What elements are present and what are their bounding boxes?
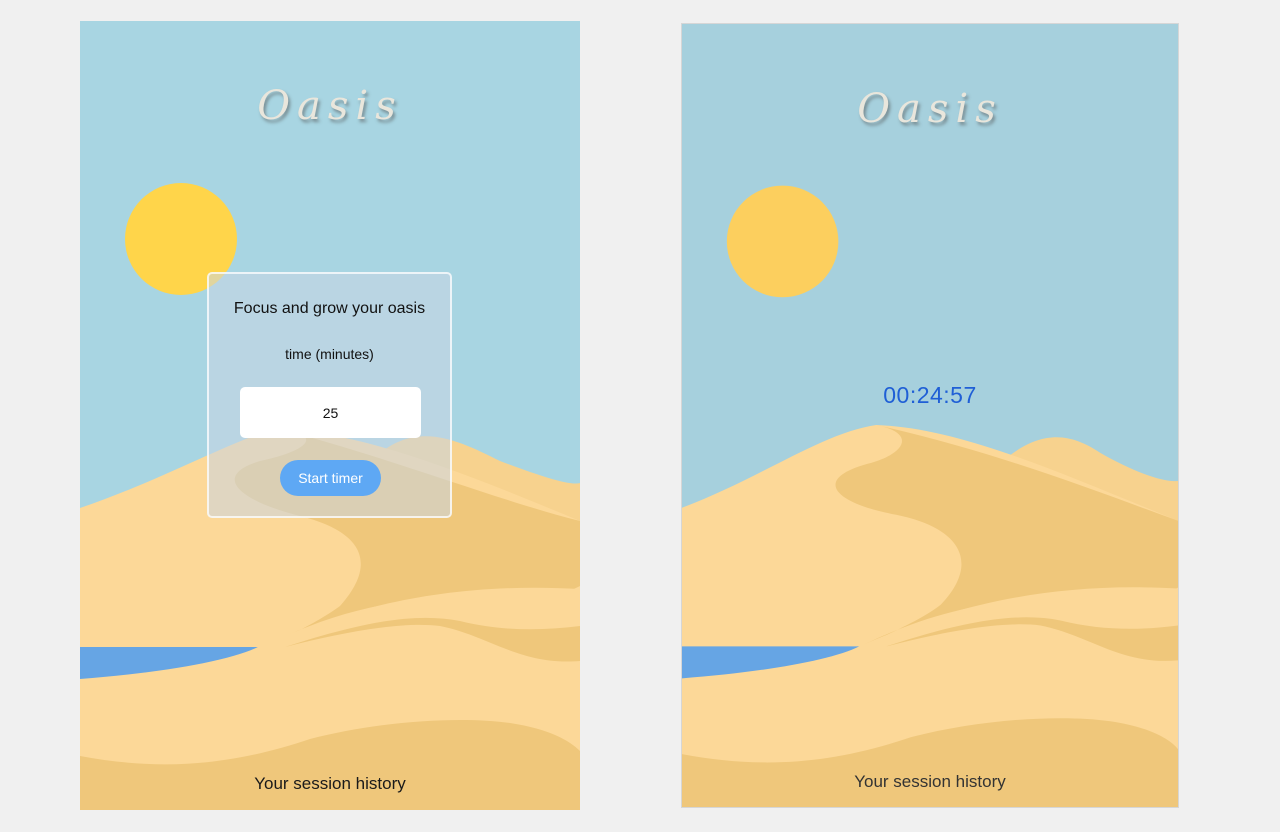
sun-illustration	[726, 185, 839, 298]
session-history-link[interactable]: Your session history	[682, 772, 1178, 792]
time-minutes-label: time (minutes)	[285, 346, 374, 362]
app-title: Oasis	[857, 86, 1003, 132]
start-screen: Oasis Focus and grow your oasis time (mi…	[80, 21, 580, 810]
focus-setup-card: Focus and grow your oasis time (minutes)…	[207, 272, 452, 518]
countdown-timer: 00:24:57	[883, 382, 977, 408]
app-title: Oasis	[257, 83, 403, 129]
start-timer-button[interactable]: Start timer	[280, 460, 381, 496]
card-heading: Focus and grow your oasis	[233, 300, 426, 317]
timer-screen: Oasis 00:24:57 Your session history	[681, 23, 1179, 808]
session-history-link[interactable]: Your session history	[80, 774, 580, 794]
desert-scene	[682, 24, 1178, 807]
minutes-input[interactable]	[240, 387, 421, 438]
